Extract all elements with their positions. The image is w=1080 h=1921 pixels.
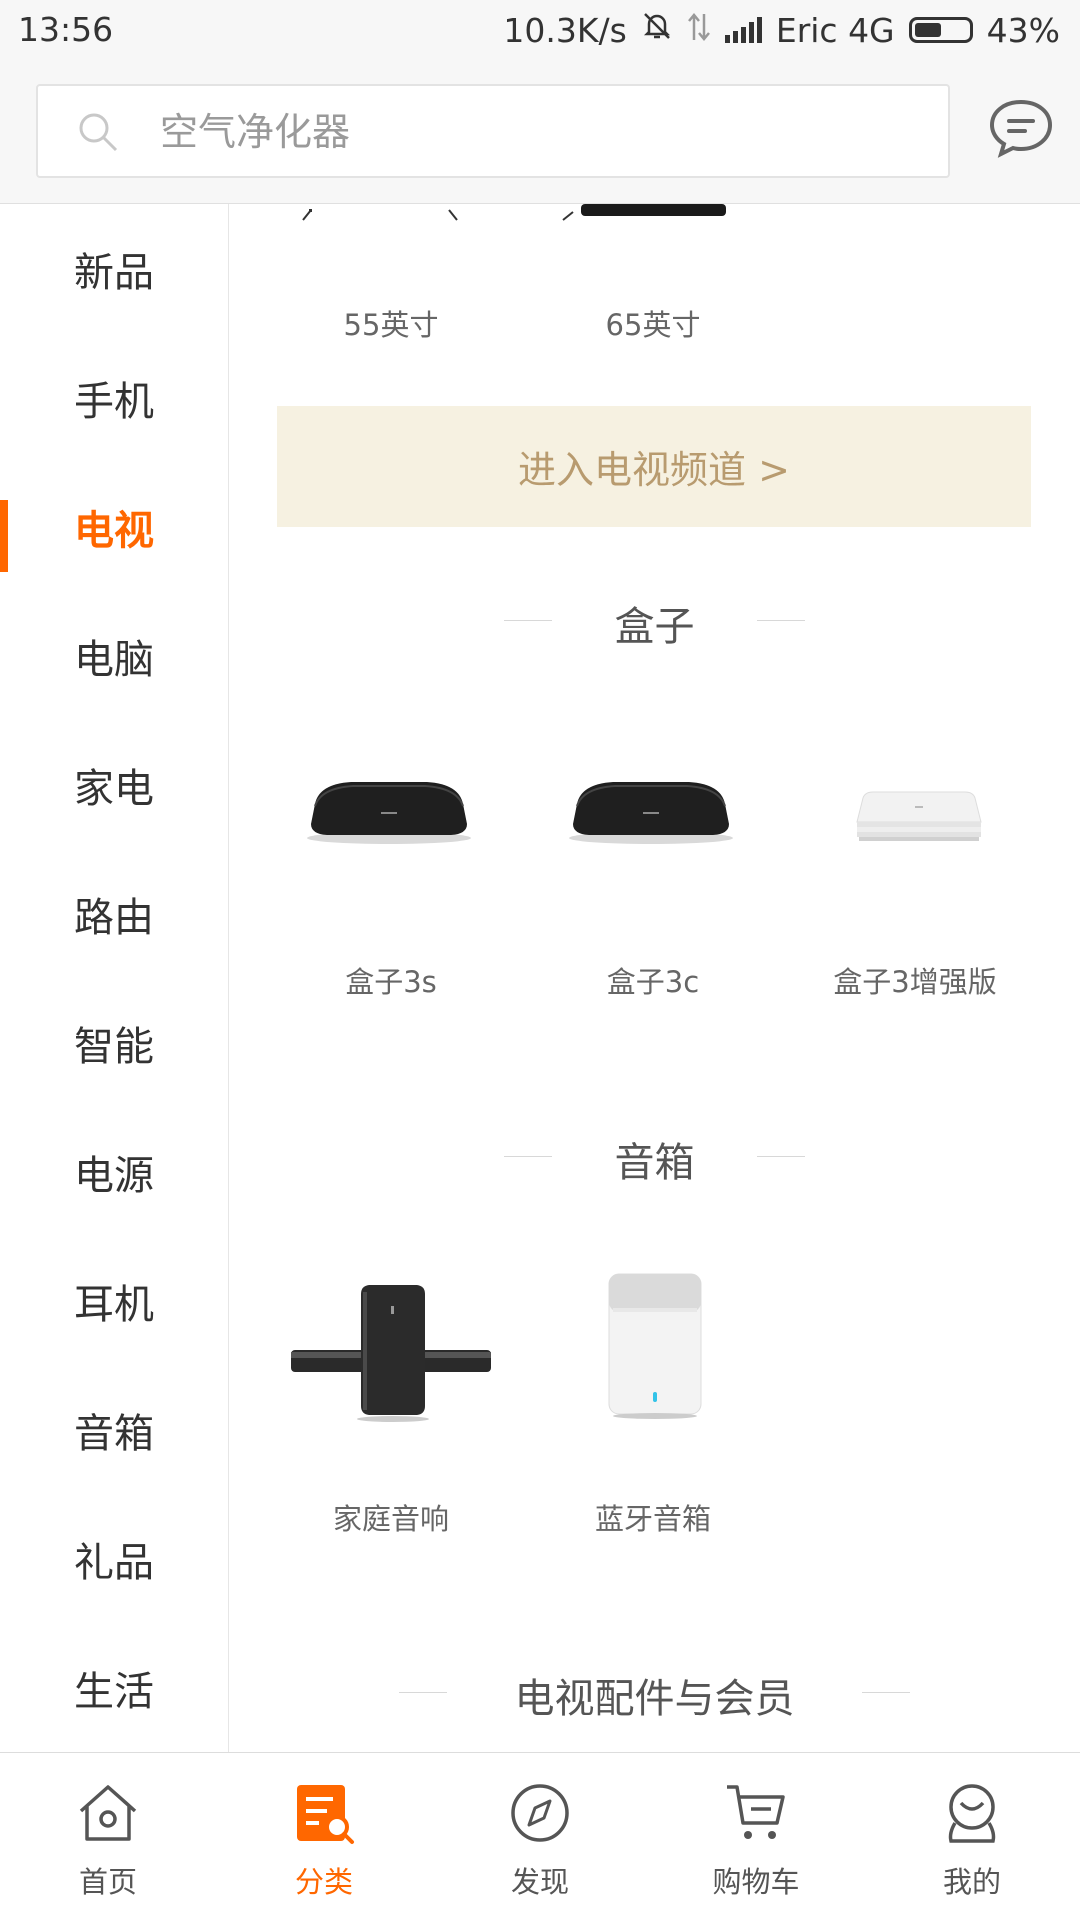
mute-bell-icon (641, 10, 673, 50)
sidebar-item-label: 音箱 (74, 1410, 154, 1457)
product-label[interactable]: 65英寸 (543, 302, 763, 344)
sidebar-item-appliance[interactable]: 家电 (0, 720, 228, 849)
search-icon (76, 110, 120, 158)
status-bar: 13:56 10.3K/s Eric 4G 43% (0, 0, 1080, 62)
nav-label: 首页 (78, 1865, 137, 1899)
cylinder-speaker-icon[interactable] (607, 1270, 703, 1424)
bottom-nav: 首页 分类 发现 购物车 我的 (0, 1752, 1080, 1921)
sidebar-item-tv[interactable]: 电视 (0, 462, 228, 591)
sidebar-item-label: 路由 (74, 894, 154, 941)
sidebar-item-label: 生活 (74, 1668, 154, 1715)
sidebar-item-label: 礼品 (74, 1539, 154, 1586)
sidebar-item-label: 电源 (74, 1152, 154, 1199)
product-label[interactable]: 盒子3s (281, 959, 501, 1001)
battery-icon (908, 17, 973, 43)
sidebar-item-router[interactable]: 路由 (0, 849, 228, 978)
soundbar-icon[interactable] (291, 1282, 495, 1426)
category-content: 55英寸 65英寸 进入电视频道 > 盒子 盒子3s 盒子3c 盒子3增强版 音… (229, 204, 1080, 1752)
signal-icon (724, 17, 762, 43)
section-title-speaker: 音箱 (614, 1140, 695, 1186)
nav-profile[interactable]: 我的 (864, 1753, 1080, 1921)
search-input[interactable] (158, 86, 922, 178)
status-time: 13:56 (18, 10, 114, 49)
black-box-icon[interactable] (563, 774, 739, 850)
product-label[interactable]: 盒子3增强版 (805, 959, 1025, 1001)
white-box-icon[interactable] (849, 788, 989, 848)
nav-label: 发现 (510, 1865, 569, 1899)
sidebar-item-label: 家电 (74, 765, 154, 812)
message-icon[interactable] (988, 98, 1054, 162)
compass-icon (511, 1784, 569, 1842)
category-icon (297, 1785, 354, 1844)
sidebar-item-speaker[interactable]: 音箱 (0, 1365, 228, 1494)
home-icon (79, 1785, 137, 1841)
nav-category[interactable]: 分类 (216, 1753, 432, 1921)
sidebar-item-power[interactable]: 电源 (0, 1107, 228, 1236)
sidebar-item-label: 智能 (74, 1023, 154, 1070)
product-label[interactable]: 55英寸 (281, 302, 501, 344)
product-label[interactable]: 家庭音响 (281, 1496, 501, 1538)
sidebar-item-label: 电视 (74, 507, 154, 554)
nav-discover[interactable]: 发现 (432, 1753, 648, 1921)
search-header (0, 62, 1080, 204)
product-label[interactable]: 蓝牙音箱 (543, 1496, 763, 1538)
network-speed: 10.3K/s (503, 10, 627, 50)
tv-65-image[interactable] (559, 204, 739, 226)
sidebar-item-phone[interactable]: 手机 (0, 333, 228, 462)
tv-channel-banner[interactable]: 进入电视频道 > (277, 406, 1031, 527)
cart-icon (727, 1785, 785, 1839)
tv-55-image[interactable] (299, 204, 459, 226)
status-right: 10.3K/s Eric 4G 43% (503, 10, 1060, 50)
sidebar-item-label: 电脑 (74, 636, 154, 683)
sidebar-item-label: 耳机 (74, 1281, 154, 1328)
carrier-label: Eric 4G (775, 10, 895, 50)
sidebar-item-new[interactable]: 新品 (0, 204, 228, 333)
section-title-box: 盒子 (614, 604, 695, 650)
profile-icon (948, 1784, 996, 1843)
black-box-icon[interactable] (301, 774, 477, 850)
category-sidebar: 新品 手机 电视 电脑 家电 路由 智能 电源 耳机 音箱 礼品 生活 (0, 204, 229, 1752)
product-label[interactable]: 盒子3c (543, 959, 763, 1001)
search-box[interactable] (36, 84, 950, 178)
data-arrows-icon (687, 11, 711, 50)
battery-percent: 43% (986, 10, 1060, 50)
section-title-accessories: 电视配件与会员 (514, 1676, 795, 1722)
nav-label: 我的 (942, 1865, 1001, 1899)
nav-label: 购物车 (712, 1865, 800, 1899)
sidebar-item-label: 新品 (74, 249, 154, 296)
sidebar-item-life[interactable]: 生活 (0, 1623, 228, 1752)
sidebar-item-computer[interactable]: 电脑 (0, 591, 228, 720)
sidebar-item-smart[interactable]: 智能 (0, 978, 228, 1107)
nav-home[interactable]: 首页 (0, 1753, 216, 1921)
sidebar-item-label: 手机 (74, 378, 154, 425)
nav-cart[interactable]: 购物车 (648, 1753, 864, 1921)
sidebar-item-gift[interactable]: 礼品 (0, 1494, 228, 1623)
sidebar-item-headphones[interactable]: 耳机 (0, 1236, 228, 1365)
nav-label: 分类 (294, 1865, 353, 1899)
